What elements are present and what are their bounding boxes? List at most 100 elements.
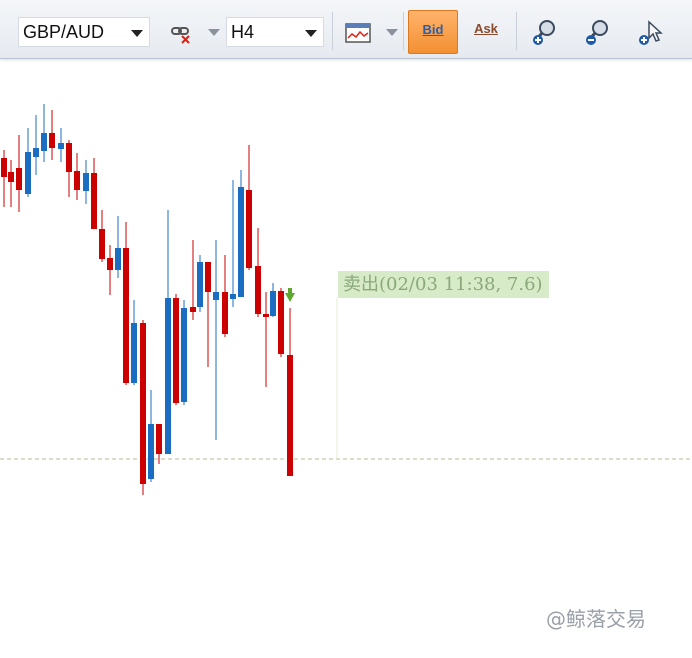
chevron-down-icon[interactable]	[386, 29, 398, 36]
candle-body	[165, 298, 171, 454]
delete-link-button[interactable]	[168, 10, 198, 54]
candle-body	[33, 148, 39, 157]
candle	[181, 300, 187, 405]
candle	[238, 170, 244, 297]
candle-body	[107, 258, 113, 270]
candle	[115, 216, 121, 278]
candle	[246, 145, 252, 270]
ask-label: Ask	[474, 21, 498, 36]
sell-arrow-icon	[285, 288, 295, 302]
candle	[123, 222, 129, 385]
candle	[91, 158, 97, 229]
chevron-down-icon[interactable]	[131, 30, 143, 37]
candle	[107, 245, 113, 295]
candle-body	[181, 308, 187, 402]
candle	[66, 140, 72, 197]
candle	[197, 255, 203, 312]
candle	[148, 390, 154, 482]
candle-body	[1, 158, 7, 177]
candle-body	[83, 173, 89, 191]
pointer-button[interactable]	[636, 10, 666, 54]
candle	[230, 180, 236, 307]
candle-body	[49, 133, 55, 148]
candle-body	[213, 292, 219, 300]
symbol-value: GBP/AUD	[23, 22, 105, 42]
candle-body	[91, 173, 97, 229]
candle-body	[246, 190, 252, 268]
candle	[49, 110, 55, 160]
candle-body	[16, 168, 22, 190]
toolbar-separator	[332, 12, 333, 50]
ask-button[interactable]: Ask	[462, 10, 510, 54]
candle	[58, 128, 64, 162]
candle-body	[255, 266, 261, 314]
candle	[156, 424, 162, 464]
candle-body	[270, 291, 276, 316]
zoom-out-button[interactable]	[583, 10, 613, 54]
candle	[287, 308, 293, 476]
candle	[83, 160, 89, 204]
watermark: @鲸落交易	[546, 607, 646, 631]
candle	[270, 283, 276, 317]
pointer-plus-icon	[639, 20, 663, 45]
zoom-out-icon	[586, 20, 608, 45]
candle-body	[99, 229, 105, 259]
candle-body	[148, 424, 154, 479]
candle	[205, 262, 211, 367]
candle	[263, 292, 269, 387]
bid-button[interactable]: Bid	[408, 10, 458, 54]
toolbar-separator	[516, 12, 517, 50]
candle	[190, 240, 196, 320]
candle-body	[230, 294, 236, 299]
candle	[8, 160, 14, 207]
candle	[255, 228, 261, 317]
candle-body	[74, 171, 80, 190]
candle	[16, 135, 22, 212]
candle	[213, 240, 219, 440]
candle	[278, 288, 284, 357]
trade-annotation: 卖出(02/03 11:38, 7.6)	[338, 271, 549, 298]
candle-body	[115, 248, 121, 270]
candle	[1, 150, 7, 207]
toolbar: GBP/AUD H4 Bid Ask	[0, 0, 692, 59]
candle	[131, 300, 137, 385]
candle	[41, 104, 47, 162]
chart-type-button[interactable]	[344, 10, 374, 54]
bid-label: Bid	[422, 22, 444, 37]
candle	[33, 115, 39, 175]
candle-body	[140, 323, 146, 484]
candle	[165, 210, 171, 454]
chevron-down-icon[interactable]	[305, 30, 317, 37]
toolbar-separator	[403, 12, 404, 50]
candle-body	[173, 298, 179, 403]
candle-body	[66, 143, 72, 172]
timeframe-select[interactable]: H4	[226, 17, 324, 47]
candle-body	[263, 314, 269, 317]
candle-body	[190, 307, 196, 312]
candle-body	[41, 133, 47, 151]
candles	[1, 104, 293, 495]
candle	[140, 320, 146, 495]
candle-body	[238, 187, 244, 297]
chevron-down-icon[interactable]	[208, 29, 220, 36]
candle-body	[156, 424, 162, 454]
line-chart-icon	[345, 23, 371, 43]
candle	[99, 210, 105, 262]
candle-body	[58, 143, 64, 149]
zoom-in-icon	[533, 20, 555, 45]
candle-body	[8, 172, 14, 182]
candle-body	[222, 292, 228, 334]
candle	[173, 294, 179, 405]
candle-body	[131, 323, 137, 383]
timeframe-value: H4	[231, 22, 255, 42]
candle-body	[205, 262, 211, 292]
candle-body	[287, 355, 293, 476]
candle-body	[25, 152, 31, 194]
candle	[222, 255, 228, 337]
candlestick-chart[interactable]	[0, 59, 692, 619]
chain-delete-icon	[171, 27, 190, 44]
candle	[74, 153, 80, 200]
candle-body	[123, 248, 129, 383]
symbol-select[interactable]: GBP/AUD	[18, 17, 150, 47]
zoom-in-button[interactable]	[530, 10, 560, 54]
